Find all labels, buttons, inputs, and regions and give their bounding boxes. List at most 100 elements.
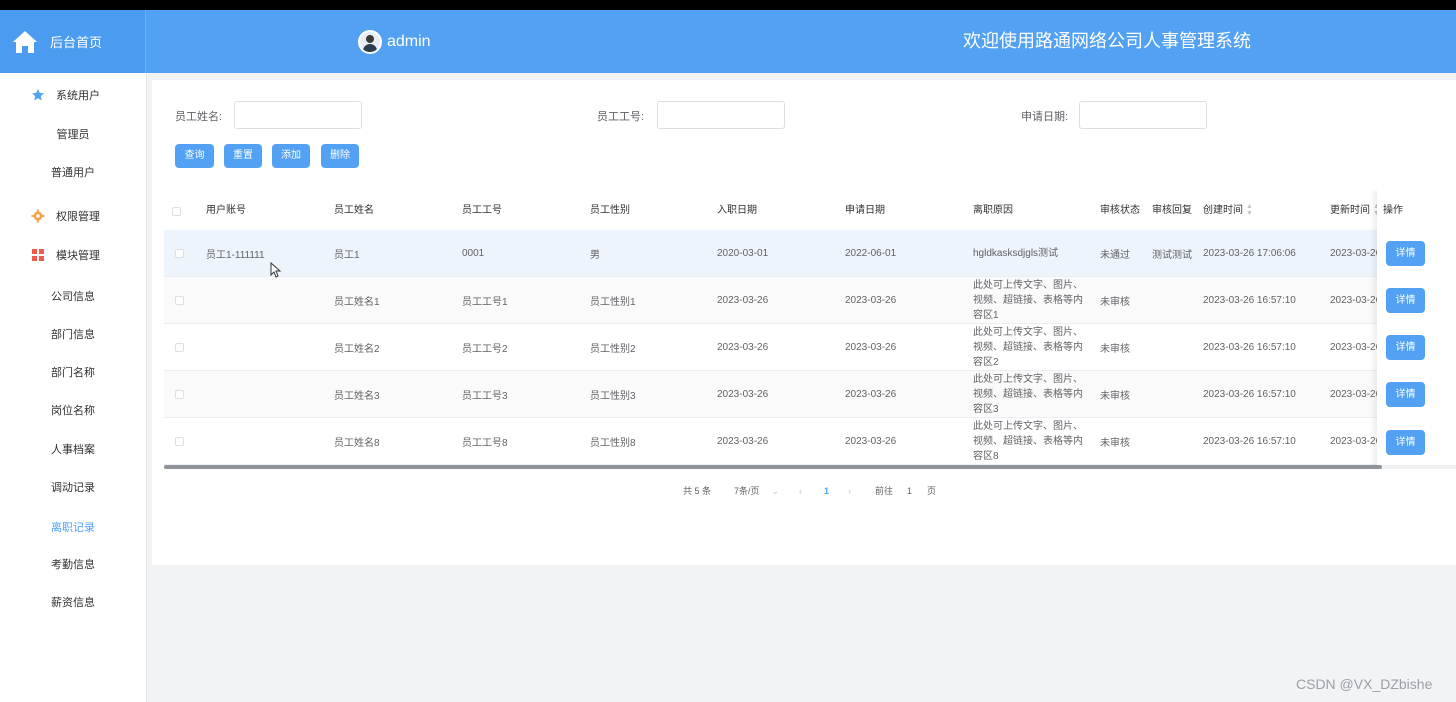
cell-name: 员工1 (334, 250, 360, 261)
user-menu[interactable]: admin (358, 10, 431, 73)
column-header: 员工工号 (462, 205, 502, 216)
page-size-value: 7条/页 (734, 486, 760, 496)
cell-updated: 2023-03-26 (1330, 436, 1382, 447)
cell-created: 2023-03-26 16:57:10 (1203, 342, 1296, 353)
search-name-label: 员工姓名: (175, 111, 223, 123)
menu-group-system-users[interactable]: 系统用户 (0, 85, 146, 105)
cell-reason: 此处可上传文字、图片、视频、超链接、表格等内容区2 (973, 327, 1083, 368)
detail-button[interactable]: 详情 (1386, 382, 1425, 407)
column-header-label: 更新时间 (1330, 205, 1370, 216)
horizontal-scrollbar[interactable] (164, 465, 1382, 469)
column-header-sortable[interactable]: 创建时间 ▲ ▼ (1203, 190, 1253, 232)
row-checkbox[interactable] (175, 390, 184, 399)
goto-page-input[interactable]: 1 (907, 484, 912, 498)
menu-group-label: 权限管理 (56, 211, 100, 223)
chevron-down-icon: ⌄ (771, 486, 780, 496)
sidebar-item-department[interactable]: 部门信息 (0, 326, 146, 342)
column-header: 员工姓名 (334, 205, 374, 216)
cell-reason: hgldkasksdjgls测试 (973, 248, 1059, 259)
cell-updated: 2023-03-26 (1330, 248, 1382, 259)
table-row[interactable]: 员工姓名2 员工工号2 员工性别2 2023-03-26 2023-03-26 … (164, 324, 1456, 371)
table-row[interactable]: 员工姓名1 员工工号1 员工性别1 2023-03-26 2023-03-26 … (164, 277, 1456, 324)
cell-apply-date: 2023-03-26 (845, 389, 897, 400)
cell-entry-date: 2023-03-26 (717, 436, 769, 447)
table-row[interactable]: 员工姓名8 员工工号8 员工性别8 2023-03-26 2023-03-26 … (164, 418, 1456, 465)
search-id-input[interactable] (657, 101, 785, 129)
cell-id: 员工工号8 (462, 438, 508, 449)
sidebar-item-position[interactable]: 岗位名称 (0, 402, 146, 418)
search-date-input[interactable] (1079, 101, 1207, 129)
home-link[interactable]: 后台首页 (0, 10, 146, 73)
cell-apply-date: 2023-03-26 (845, 295, 897, 306)
sidebar-item-salary[interactable]: 薪资信息 (0, 594, 146, 610)
prev-page-icon[interactable]: ‹ (799, 484, 802, 498)
column-header: 入职日期 (717, 205, 757, 216)
sidebar-item-attendance[interactable]: 考勤信息 (0, 556, 146, 572)
page-number-current[interactable]: 1 (824, 484, 829, 498)
table-row[interactable]: 员工1-111111 员工1 0001 男 2020-03-01 2022-06… (164, 230, 1456, 277)
avatar (358, 29, 382, 54)
query-button[interactable]: 查询 (175, 144, 214, 168)
column-header: 申请日期 (845, 205, 885, 216)
cell-updated: 2023-03-26 (1330, 389, 1382, 400)
sidebar-item-admin[interactable]: 管理员 (0, 126, 146, 142)
page-size-select[interactable]: 7条/页 ⌄ (734, 484, 779, 498)
detail-button[interactable]: 详情 (1386, 288, 1425, 313)
cell-gender: 员工性别1 (590, 297, 636, 308)
gear-icon (31, 209, 45, 223)
row-checkbox[interactable] (175, 296, 184, 305)
row-checkbox[interactable] (175, 343, 184, 352)
cell-status: 未审核 (1100, 438, 1130, 449)
detail-button[interactable]: 详情 (1386, 335, 1425, 360)
sidebar-item-company[interactable]: 公司信息 (0, 288, 146, 304)
menu-group-permissions[interactable]: 权限管理 (0, 206, 146, 226)
cell-account: 员工1-111111 (206, 250, 265, 261)
column-header: 离职原因 (973, 205, 1013, 216)
goto-suffix: 页 (927, 486, 937, 496)
grid-icon (32, 249, 44, 261)
table-header: 用户账号 员工姓名 员工工号 员工性别 入职日期 申请日期 离职原因 审核状态 … (164, 190, 1456, 232)
search-name-input[interactable] (234, 101, 362, 129)
cell-entry-date: 2023-03-26 (717, 389, 769, 400)
detail-button[interactable]: 详情 (1386, 241, 1425, 266)
username: admin (387, 32, 431, 50)
sidebar-item-resignation[interactable]: 离职记录 (0, 519, 146, 535)
cell-id: 0001 (462, 248, 485, 259)
reset-button[interactable]: 重置 (224, 144, 262, 168)
detail-button[interactable]: 详情 (1386, 430, 1425, 455)
next-page-icon[interactable]: › (848, 484, 851, 498)
delete-button[interactable]: 删除 (321, 144, 359, 168)
menu-group-modules[interactable]: 模块管理 (0, 245, 146, 265)
watermark: CSDN @VX_DZbishe (1296, 676, 1433, 692)
sidebar-item-normal-users[interactable]: 普通用户 (0, 164, 146, 180)
menu-group-label: 模块管理 (56, 250, 100, 262)
cell-status: 未审核 (1100, 344, 1130, 355)
cell-status: 未通过 (1100, 250, 1130, 261)
mouse-cursor-icon (270, 262, 282, 278)
star-icon (32, 89, 44, 101)
home-icon (13, 30, 37, 53)
select-all-checkbox[interactable] (172, 207, 181, 216)
row-checkbox[interactable] (175, 437, 184, 446)
row-checkbox[interactable] (175, 249, 184, 258)
cell-status: 未审核 (1100, 391, 1130, 402)
add-button[interactable]: 添加 (272, 144, 310, 168)
cell-gender: 员工性别8 (590, 438, 636, 449)
column-header-label: 创建时间 (1203, 205, 1243, 216)
action-column: 操作 详情 详情 详情 详情 详情 (1377, 190, 1456, 470)
cell-created: 2023-03-26 17:06:06 (1203, 248, 1296, 259)
sort-icon[interactable]: ▲▼ (1246, 203, 1253, 217)
table-row[interactable]: 员工姓名3 员工工号3 员工性别3 2023-03-26 2023-03-26 … (164, 371, 1456, 418)
pagination-total: 共 5 条 (683, 486, 712, 496)
sidebar-item-transfer[interactable]: 调动记录 (0, 479, 146, 495)
top-header: 后台首页 admin 欢迎使用路通网络公司人事管理系统 (0, 10, 1456, 73)
sidebar-item-department-name[interactable]: 部门名称 (0, 364, 146, 380)
sidebar-item-personnel-file[interactable]: 人事档案 (0, 441, 146, 457)
column-header-sortable[interactable]: 更新时间▲▼ (1330, 190, 1380, 232)
cell-reason: 此处可上传文字、图片、视频、超链接、表格等内容区3 (973, 374, 1083, 415)
cell-status: 未审核 (1100, 297, 1130, 308)
goto-prefix: 前往 (875, 486, 894, 496)
cell-gender: 男 (590, 250, 600, 261)
cell-entry-date: 2020-03-01 (717, 248, 769, 259)
cell-apply-date: 2023-03-26 (845, 436, 897, 447)
